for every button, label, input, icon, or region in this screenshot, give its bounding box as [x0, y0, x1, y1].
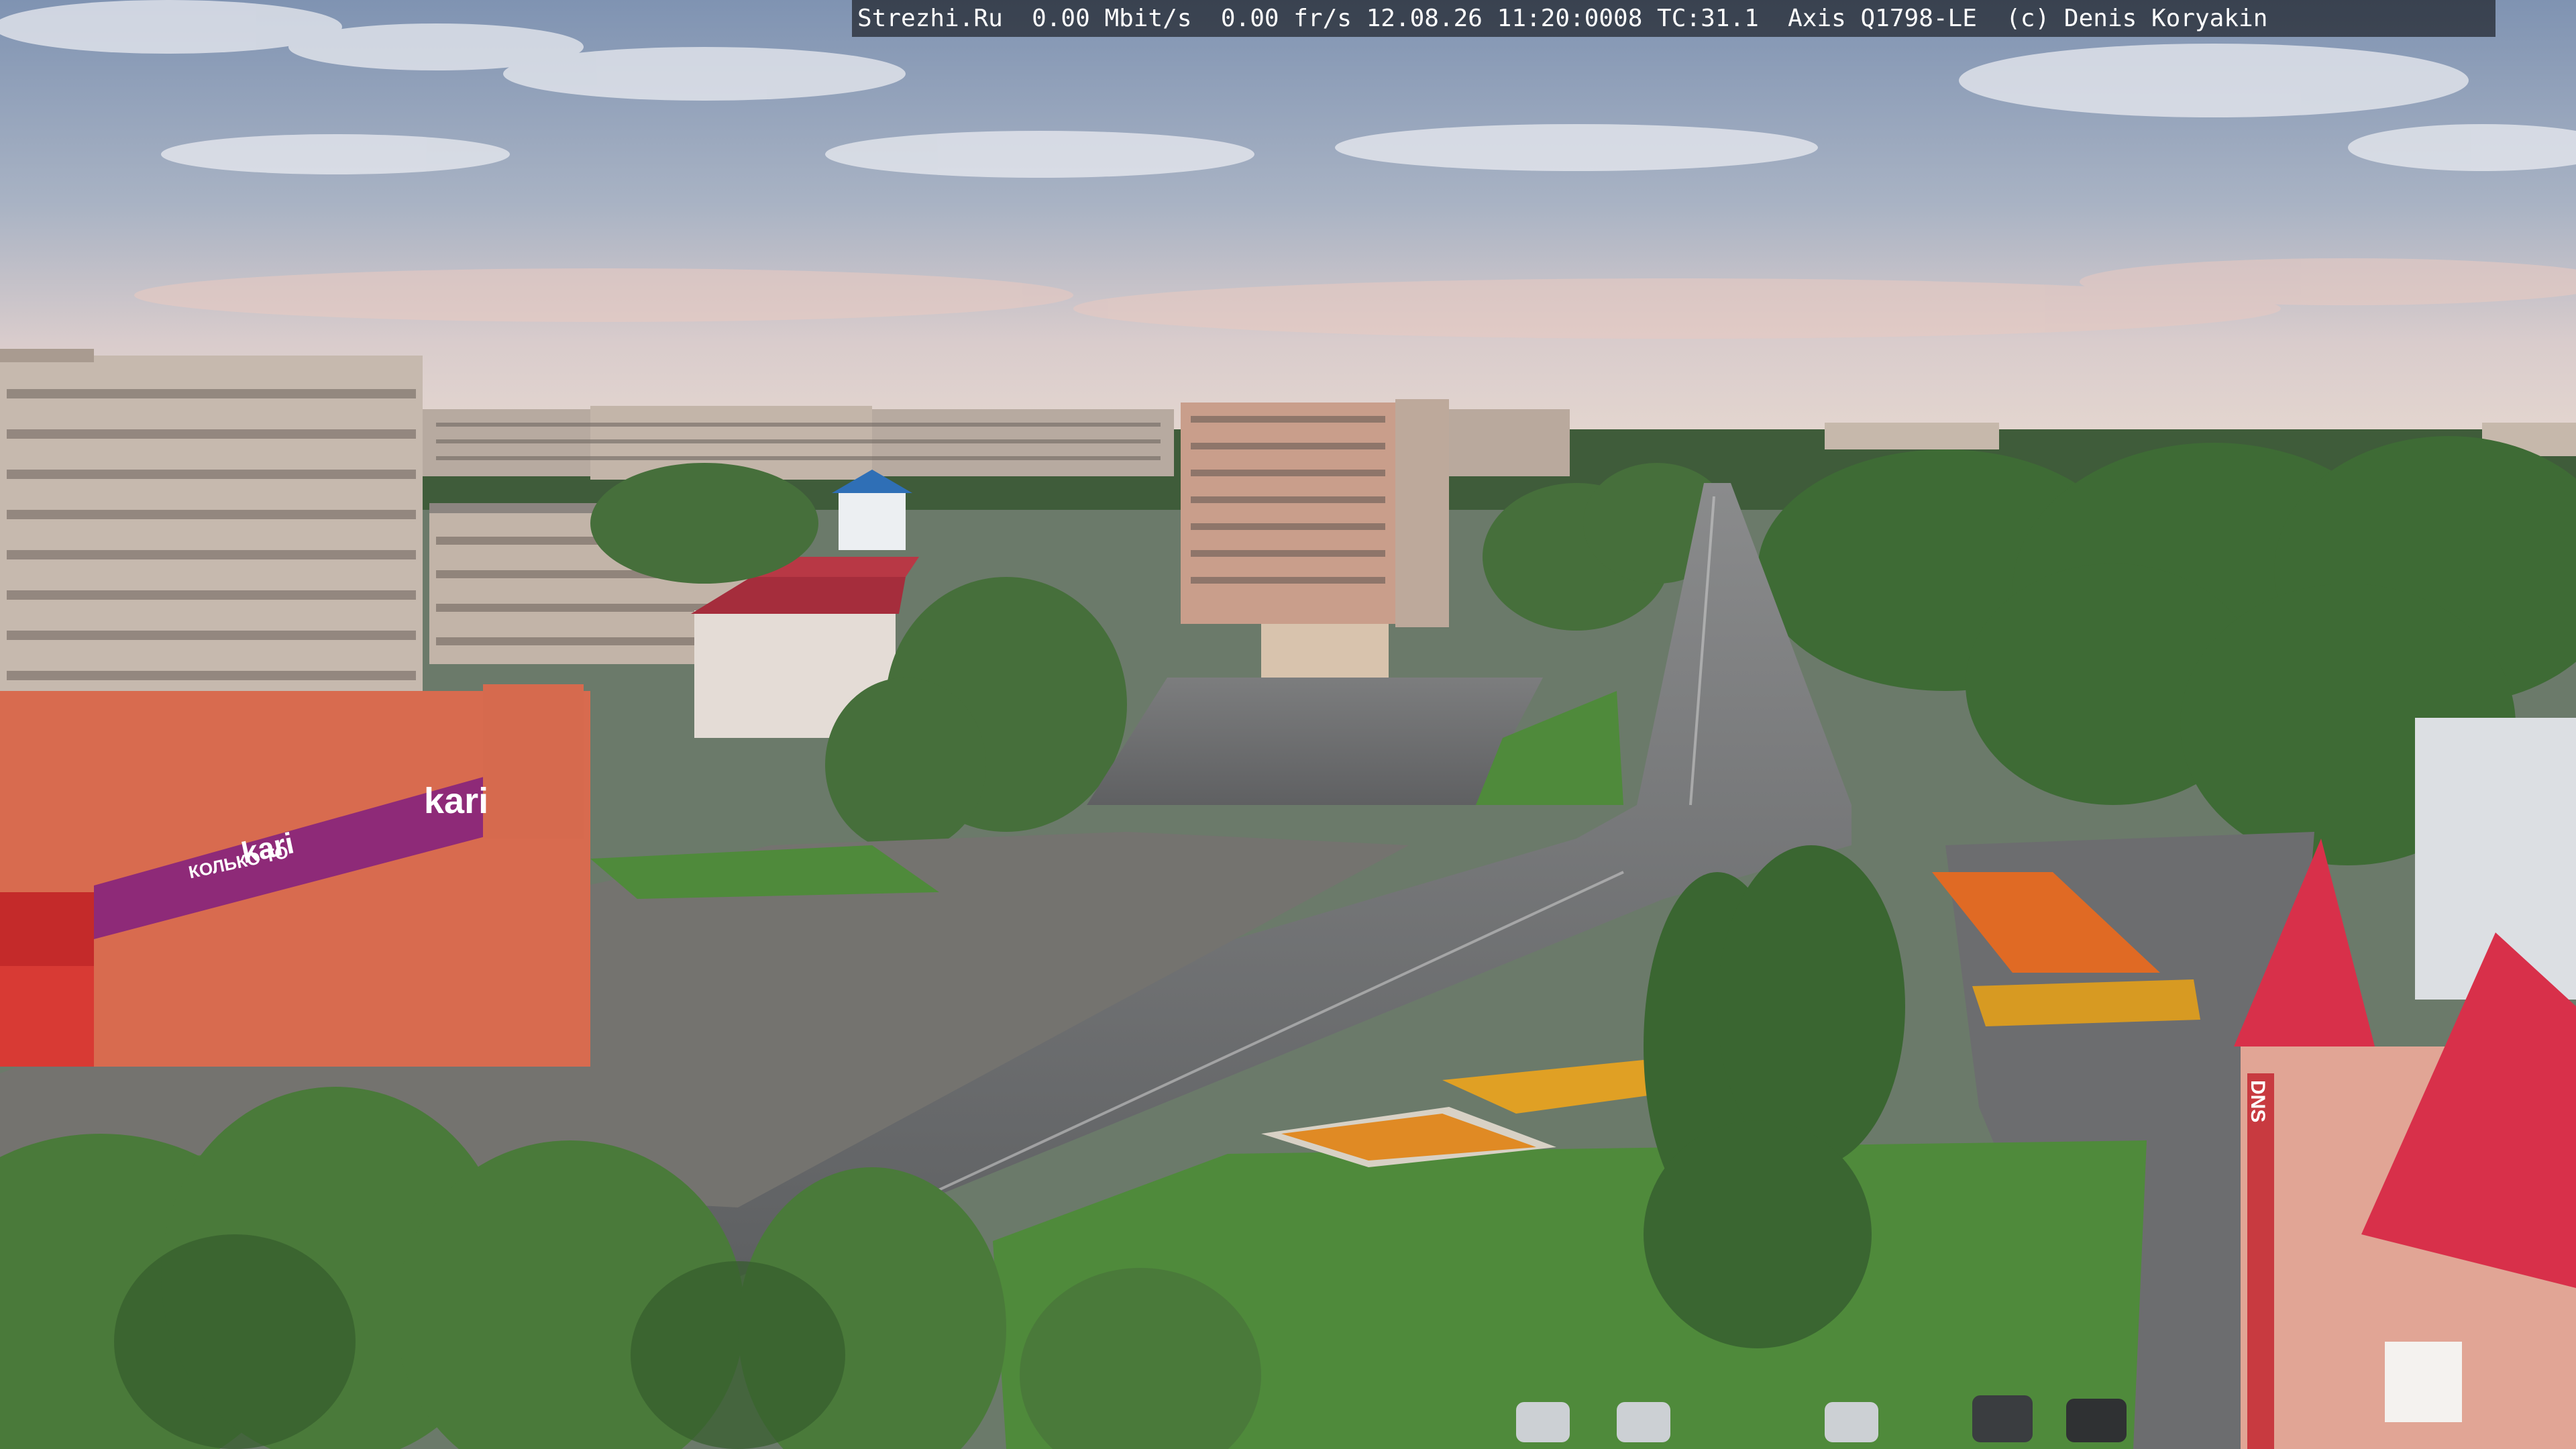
webcam-overlay-bar: Strezhi.Ru 0.00 Mbit/s 0.00 fr/s 12.08.2… — [852, 0, 2496, 37]
left-store-building — [0, 684, 590, 1067]
city-street-scene — [0, 0, 2576, 1449]
dns-store-sign: DNS — [2247, 1080, 2269, 1123]
webcam-caption: Strezhi.Ru 0.00 Mbit/s 0.00 fr/s 12.08.2… — [857, 5, 2268, 32]
small-center-building — [1261, 624, 1389, 684]
webcam-frame: kari КОЛЬКО ТО kari DNS Strezhi.Ru 0.00 … — [0, 0, 2576, 1449]
store-brand-sign: kari — [424, 781, 489, 821]
central-parking-lot — [1087, 678, 1543, 805]
